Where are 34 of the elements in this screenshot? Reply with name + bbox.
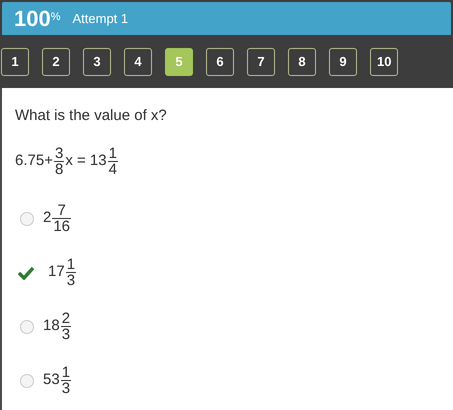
denominator: 3 [60,381,72,396]
equation-text: 6.75+ [15,150,53,171]
denominator: 8 [54,162,64,176]
radio-button[interactable] [20,374,34,388]
whole-number: 2 [43,208,52,228]
radio-button[interactable] [20,212,34,226]
question-number-button[interactable]: 7 [247,48,275,76]
numerator: 1 [60,365,72,380]
denominator: 4 [108,162,118,176]
question-text: What is the value of x? [15,106,168,126]
numerator: 3 [54,146,64,160]
numerator: 7 [56,203,67,218]
question-number-button[interactable]: 3 [83,48,111,76]
whole-number: 53 [43,370,60,390]
question-number-button[interactable]: 8 [288,48,316,76]
score-text: 100$^{%}$ [14,8,60,30]
question-number-button[interactable]: 10 [370,48,398,76]
question-number-button[interactable]: 1 [1,48,29,76]
numerator: 1 [108,146,118,160]
radio-button[interactable] [20,320,34,334]
question-number-button[interactable]: 4 [124,48,152,76]
question-number-button[interactable]: 9 [329,48,357,76]
numerator: 1 [66,257,76,272]
denominator: 3 [66,273,76,288]
checkmark-icon[interactable] [18,266,34,280]
numerator: 2 [60,311,72,326]
denominator: 16 [52,219,72,234]
whole-number: 18 [43,316,60,336]
attempt-label: Attempt 1 [72,10,128,28]
denominator: 3 [60,327,72,342]
equation-text: x = 13 [65,150,107,171]
question-number-button[interactable]: 6 [206,48,234,76]
whole-number: 17 [48,262,65,282]
question-number-button[interactable]: 2 [42,48,70,76]
